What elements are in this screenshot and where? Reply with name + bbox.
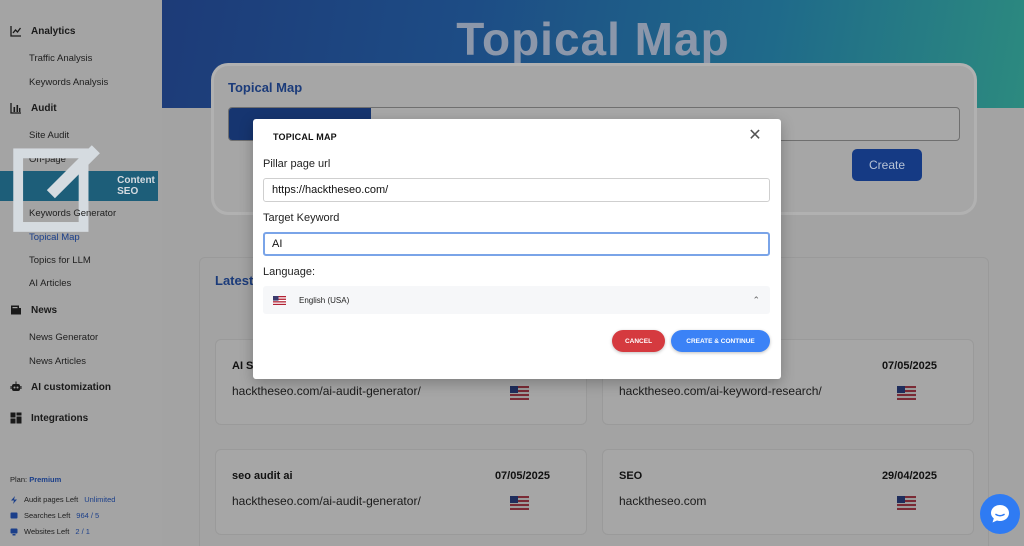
article-title: SEO xyxy=(619,470,643,482)
nav-analytics[interactable]: Analytics xyxy=(10,21,75,41)
nav-audit-label: Audit xyxy=(31,102,57,114)
language-value: English (USA) xyxy=(299,295,350,305)
nav-content-seo[interactable]: Content SEO xyxy=(0,145,158,232)
stat-websites-value: 2 / 1 xyxy=(75,527,90,536)
stat-audit-pages: Audit pages Left Unlimited xyxy=(10,495,115,504)
stat-audit-pages-value: Unlimited xyxy=(84,495,116,504)
cancel-button[interactable]: CANCEL xyxy=(612,330,665,352)
edit-icon xyxy=(13,145,100,232)
sidebar-item-topics-for-llm[interactable]: Topics for LLM xyxy=(29,255,91,266)
stat-searches: Searches Left 964 / 5 xyxy=(10,511,99,520)
article-url[interactable]: hacktheseo.com/ai-keyword-research/ xyxy=(619,384,822,398)
robot-icon xyxy=(10,381,22,391)
page-title: Topical Map xyxy=(456,13,730,65)
sidebar-item-news-generator[interactable]: News Generator xyxy=(29,332,98,343)
sidebar-item-ai-articles[interactable]: AI Articles xyxy=(29,278,71,289)
article-date: 07/05/2025 xyxy=(881,360,937,372)
stat-searches-value: 964 / 5 xyxy=(76,511,100,520)
nav-news-label: News xyxy=(31,304,58,316)
article-card[interactable]: SEO 29/04/2025 hacktheseo.com xyxy=(602,449,974,535)
sidebar: Analytics Traffic Analysis Keywords Anal… xyxy=(0,0,162,546)
us-flag-icon xyxy=(510,496,529,510)
sidebar-item-keywords-analysis[interactable]: Keywords Analysis xyxy=(29,77,108,88)
bar-chart-icon xyxy=(10,103,21,114)
plan-info: Plan: Premium xyxy=(10,475,61,484)
nav-ai-customization[interactable]: AI customization xyxy=(10,377,111,397)
article-card[interactable]: seo audit ai 07/05/2025 hacktheseo.com/a… xyxy=(215,449,587,535)
stat-websites-label: Websites Left xyxy=(24,527,70,536)
article-title: seo audit ai xyxy=(232,470,293,482)
nav-news[interactable]: News xyxy=(10,300,57,320)
create-continue-button[interactable]: CREATE & CONTINUE xyxy=(671,330,770,352)
pillar-url-label: Pillar page url xyxy=(263,158,331,170)
nav-integrations-label: Integrations xyxy=(31,412,89,424)
plan-label: Plan: xyxy=(10,475,28,484)
stat-audit-pages-label: Audit pages Left xyxy=(24,495,79,504)
modal-title: TOPICAL MAP xyxy=(273,132,337,142)
nav-analytics-label: Analytics xyxy=(31,25,76,37)
stat-searches-label: Searches Left xyxy=(24,511,71,520)
latest-heading: Latest xyxy=(215,273,254,288)
article-url[interactable]: hacktheseo.com/ai-audit-generator/ xyxy=(232,384,421,398)
us-flag-icon xyxy=(273,295,286,305)
nav-audit[interactable]: Audit xyxy=(10,98,57,118)
us-flag-icon xyxy=(897,386,916,400)
article-date: 07/05/2025 xyxy=(494,470,550,482)
nav-content-seo-label: Content SEO xyxy=(117,175,155,197)
close-icon[interactable]: ✕ xyxy=(747,128,763,144)
sidebar-item-topical-map[interactable]: Topical Map xyxy=(29,232,80,243)
bolt-icon xyxy=(11,495,17,504)
pillar-url-input[interactable] xyxy=(263,178,770,202)
monitor-icon xyxy=(10,528,18,535)
sidebar-item-keywords-generator[interactable]: Keywords Generator xyxy=(29,208,116,219)
grid-icon xyxy=(10,412,22,424)
chart-line-icon xyxy=(10,26,22,37)
article-url[interactable]: hacktheseo.com xyxy=(619,494,706,508)
language-select[interactable]: English (USA) ⌃ xyxy=(263,286,770,314)
stat-websites: Websites Left 2 / 1 xyxy=(10,527,90,536)
nav-ai-customization-label: AI customization xyxy=(31,381,112,393)
us-flag-icon xyxy=(897,496,916,510)
plan-value: Premium xyxy=(29,475,62,484)
sidebar-item-news-articles[interactable]: News Articles xyxy=(29,356,86,367)
us-flag-icon xyxy=(510,386,529,400)
search-box-icon xyxy=(10,512,18,518)
sidebar-item-traffic-analysis[interactable]: Traffic Analysis xyxy=(29,53,92,64)
article-url[interactable]: hacktheseo.com/ai-audit-generator/ xyxy=(232,494,421,508)
target-keyword-label: Target Keyword xyxy=(263,212,340,224)
chat-button[interactable] xyxy=(980,494,1020,534)
chevron-up-icon: ⌃ xyxy=(752,295,760,305)
language-label: Language: xyxy=(263,266,315,278)
card-title: Topical Map xyxy=(228,80,303,95)
nav-integrations[interactable]: Integrations xyxy=(10,408,88,428)
article-date: 29/04/2025 xyxy=(881,470,937,482)
target-keyword-input[interactable] xyxy=(263,232,770,256)
create-button[interactable]: Create xyxy=(852,149,922,181)
chat-bubble-icon xyxy=(991,505,1009,523)
newspaper-icon xyxy=(11,305,21,315)
topical-map-modal: TOPICAL MAP ✕ Pillar page url Target Key… xyxy=(253,119,781,379)
article-title: AI S xyxy=(232,360,254,372)
